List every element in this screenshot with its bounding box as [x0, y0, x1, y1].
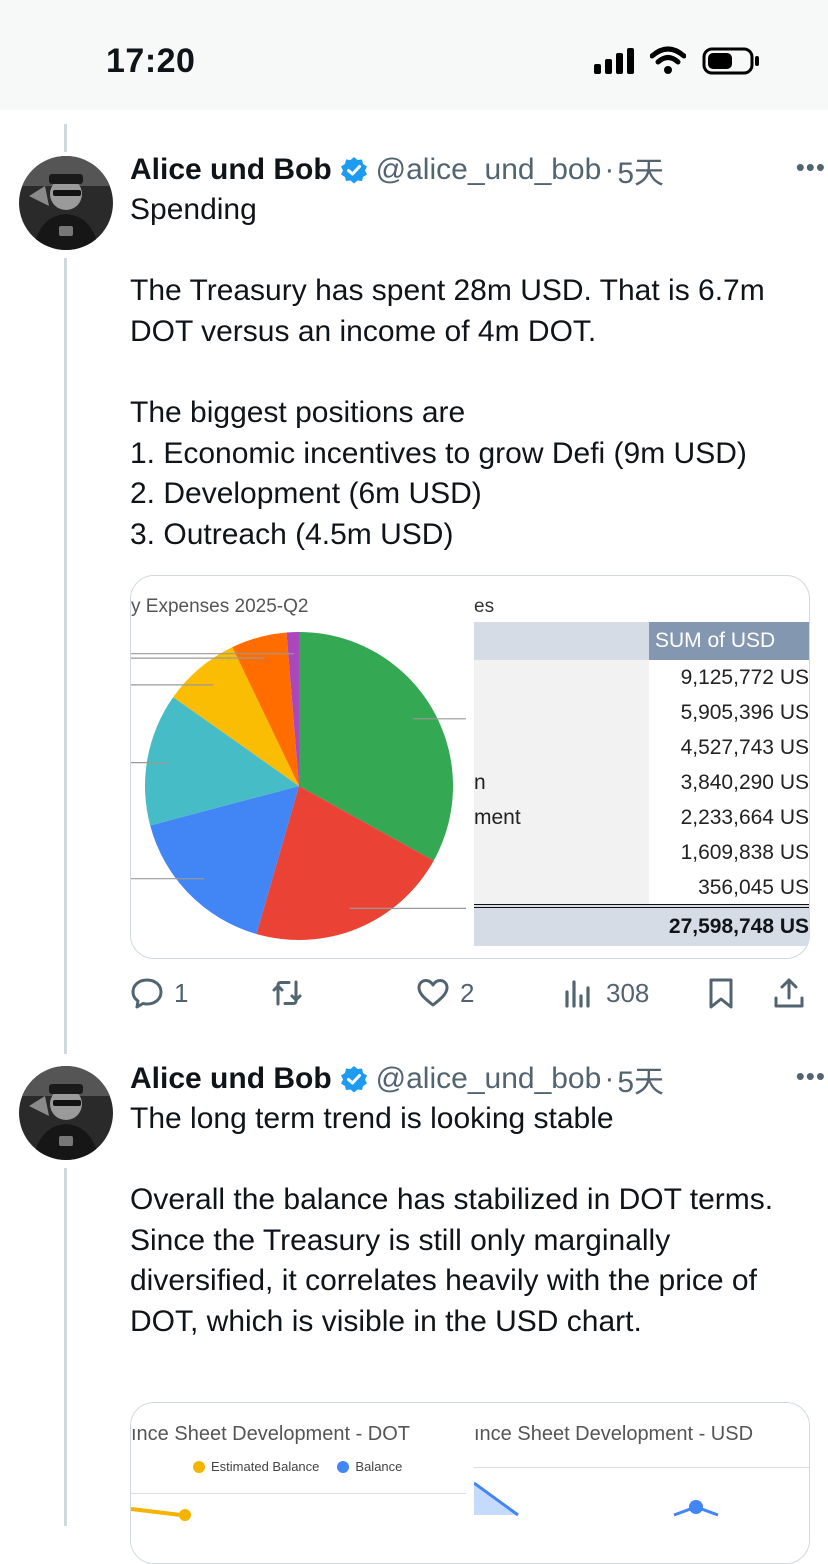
handle[interactable]: @alice_und_bob [376, 153, 602, 187]
table-row: 5,905,396 US [680, 701, 809, 724]
cellular-signal-icon [594, 48, 634, 74]
like-count: 2 [460, 977, 475, 1008]
handle[interactable]: @alice_und_bob [376, 1062, 602, 1096]
wifi-icon [650, 46, 686, 74]
share-button[interactable] [772, 968, 806, 1018]
views-icon [565, 980, 590, 1008]
tweet-header: Alice und Bob @alice_und_bob · 5天 [130, 1059, 800, 1099]
separator: · [604, 153, 615, 186]
separator: · [604, 1062, 615, 1095]
bookmark-icon [709, 978, 733, 1009]
tweet-text: The long term trend is looking stable Ov… [130, 1102, 774, 1338]
table-row: n 3,840,290 US [474, 771, 809, 794]
table-row: 4,527,743 US [680, 736, 809, 759]
views-button[interactable]: 308 [562, 968, 649, 1018]
dot-chart-panel: ınce Sheet Development - DOT Estimated B… [131, 1403, 474, 1563]
repost-icon [272, 980, 302, 1006]
share-icon [774, 978, 804, 1008]
avatar[interactable] [19, 1066, 113, 1160]
table-row: ment 2,233,664 US [474, 806, 809, 829]
avatar[interactable] [19, 156, 113, 250]
verified-badge-icon [340, 157, 367, 184]
verified-badge-icon [340, 1066, 367, 1093]
like-button[interactable]: 2 [416, 968, 474, 1018]
timestamp[interactable]: 5天 [617, 1057, 664, 1101]
more-options-icon[interactable]: ••• [796, 152, 826, 183]
tweet-header: Alice und Bob @alice_und_bob · 5天 [130, 150, 800, 190]
tweet-media[interactable]: y Expenses 2025-Q2 es SUM of USD 9,125,7… [130, 575, 810, 959]
status-bar: 17:20 [0, 0, 828, 110]
tweet-actions: 1 2 308 [130, 968, 808, 1018]
thread-line-top [64, 124, 67, 152]
table-total-row: 27,598,748 US [474, 904, 809, 946]
heart-icon [417, 979, 449, 1007]
reply-button[interactable]: 1 [130, 968, 188, 1018]
view-count: 308 [606, 977, 650, 1008]
table-row: 356,045 US [698, 876, 809, 899]
usd-chart-panel: ınce Sheet Development - USD [474, 1403, 809, 1563]
table-header: SUM of USD [649, 622, 809, 660]
expense-table: es SUM of USD 9,125,772 US 5,905,396 US … [474, 576, 809, 958]
table-row: 1,609,838 US [680, 841, 809, 864]
more-options-icon[interactable]: ••• [796, 1061, 826, 1092]
bookmark-button[interactable] [704, 968, 738, 1018]
table-title: es [474, 596, 495, 617]
tweet-text: Spending The Treasury has spent 28m USD.… [130, 193, 765, 551]
reply-count: 1 [174, 977, 189, 1008]
battery-icon [702, 47, 759, 75]
tweet[interactable]: Alice und Bob @alice_und_bob · 5天 ••• Th… [130, 1059, 825, 1343]
timestamp[interactable]: 5天 [617, 148, 664, 192]
thread-line-1 [64, 258, 67, 1054]
tweet-media[interactable]: ınce Sheet Development - DOT Estimated B… [130, 1402, 810, 1564]
thread-line-2 [64, 1168, 67, 1526]
repost-button[interactable] [270, 968, 314, 1018]
reply-icon [131, 978, 163, 1009]
display-name[interactable]: Alice und Bob [130, 1062, 332, 1096]
table-row: 9,125,772 US [680, 666, 809, 689]
tweet[interactable]: Alice und Bob @alice_und_bob · 5天 ••• Sp… [130, 150, 825, 555]
display-name[interactable]: Alice und Bob [130, 153, 332, 187]
usd-chart-area [474, 1481, 719, 1517]
pie-chart [131, 632, 466, 940]
status-time: 17:20 [106, 42, 196, 80]
dot-chart-line [131, 1507, 191, 1521]
